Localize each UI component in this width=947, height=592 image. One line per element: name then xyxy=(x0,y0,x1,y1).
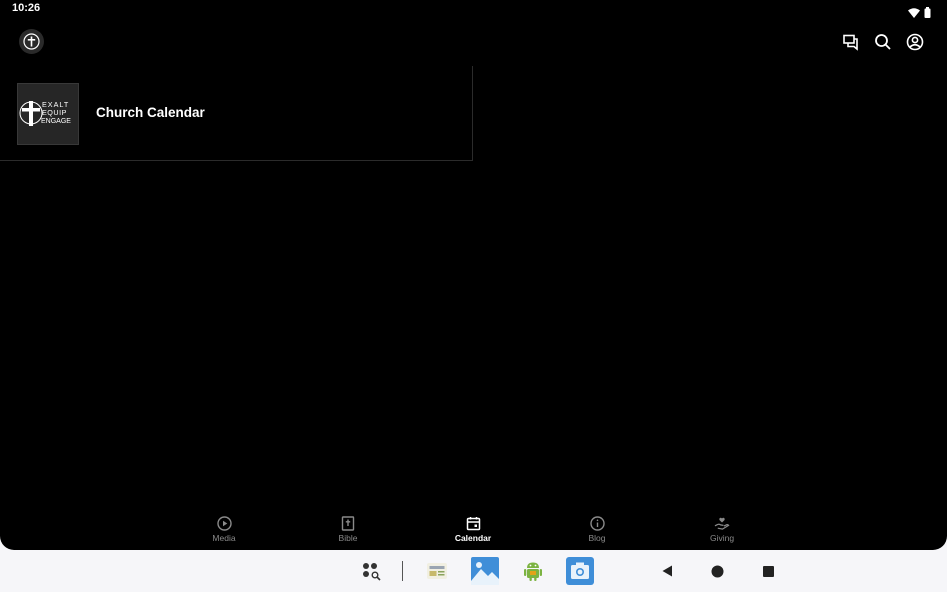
search-icon[interactable] xyxy=(871,30,895,54)
home-icon[interactable] xyxy=(710,564,724,578)
chat-icon[interactable] xyxy=(839,30,863,54)
nav-label-calendar: Calendar xyxy=(454,533,492,543)
svg-text:EQUIP: EQUIP xyxy=(42,108,67,117)
play-circle-icon xyxy=(216,515,232,531)
nav-label-giving: Giving xyxy=(709,533,735,543)
status-time: 10:26 xyxy=(12,2,41,14)
giving-hand-icon xyxy=(714,515,730,531)
app-screen: 10:26 EXALT EQUIP ENGAGE Church Calendar… xyxy=(0,0,947,550)
nav-item-blog[interactable]: Blog xyxy=(557,508,637,550)
svg-text:ENGAGE: ENGAGE xyxy=(41,118,71,125)
recents-icon[interactable] xyxy=(761,564,775,578)
photos-app-icon[interactable] xyxy=(471,557,499,585)
nav-item-media[interactable]: Media xyxy=(184,508,264,550)
account-icon[interactable] xyxy=(903,30,927,54)
list-item-title: Church Calendar xyxy=(96,105,205,120)
nav-item-calendar[interactable]: Calendar xyxy=(433,508,513,550)
battery-icon xyxy=(924,3,931,22)
calendar-icon xyxy=(465,515,481,531)
news-app-icon[interactable] xyxy=(425,559,449,583)
nav-item-giving[interactable]: Giving xyxy=(682,508,762,550)
camera-app-icon[interactable] xyxy=(566,557,594,585)
list-item-church-calendar[interactable]: EXALT EQUIP ENGAGE Church Calendar xyxy=(0,66,472,160)
back-icon[interactable] xyxy=(660,564,674,578)
android-app-icon[interactable] xyxy=(520,558,546,584)
calendar-list: EXALT EQUIP ENGAGE Church Calendar xyxy=(0,66,473,161)
church-logo-thumbnail: EXALT EQUIP ENGAGE xyxy=(17,83,79,145)
nav-label-blog: Blog xyxy=(588,533,606,543)
taskbar-divider xyxy=(402,561,403,581)
nav-item-bible[interactable]: Bible xyxy=(308,508,388,550)
bible-icon xyxy=(340,515,356,531)
bottom-nav: Media Bible Calendar Blog Giving xyxy=(0,508,947,550)
nav-label-bible: Bible xyxy=(338,533,358,543)
info-icon xyxy=(589,515,605,531)
wifi-icon xyxy=(908,3,920,22)
status-bar: 10:26 xyxy=(0,0,947,20)
status-icons xyxy=(908,3,931,22)
nav-label-media: Media xyxy=(212,533,236,543)
cross-logo-icon[interactable] xyxy=(19,29,44,54)
app-drawer-search-icon[interactable] xyxy=(360,560,382,582)
system-taskbar xyxy=(0,550,947,592)
app-bar xyxy=(0,26,947,58)
